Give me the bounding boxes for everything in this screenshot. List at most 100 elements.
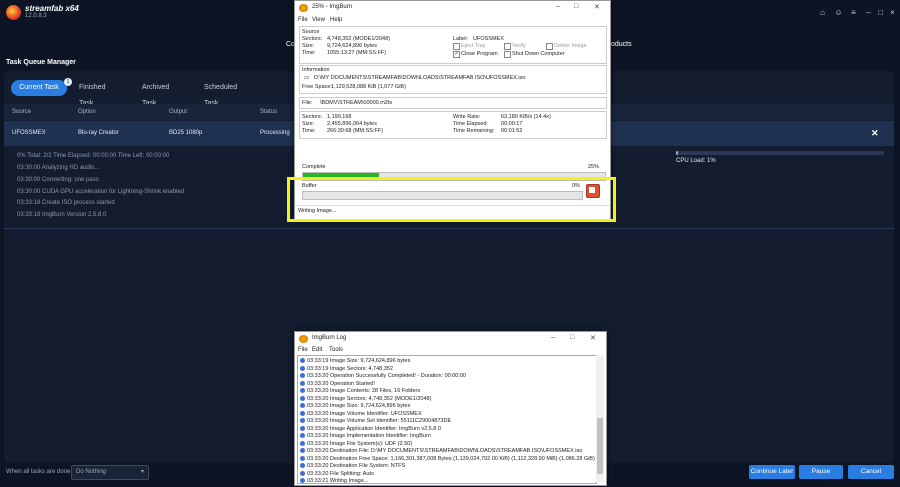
log-menu-file[interactable]: File (298, 347, 308, 353)
tab-archived-task[interactable]: Archived Task (142, 80, 169, 107)
col-status: Status (260, 109, 278, 115)
list-item: 03:33:21 Writing Image... (300, 477, 368, 483)
menu-help[interactable]: Help (330, 17, 342, 23)
verify-label: Verify (512, 43, 526, 49)
info-icon (300, 470, 305, 476)
imgburn-log-app-icon (299, 335, 308, 343)
info-icon (300, 433, 305, 439)
task-status: Processing (260, 130, 290, 136)
pause-button[interactable]: Pause (799, 465, 843, 479)
time-value: 1055:13:27 (MM:SS:FF) (327, 50, 386, 56)
shutdown-checkbox[interactable] (504, 51, 511, 58)
chevron-down-icon: ▾ (140, 469, 144, 475)
close-icon[interactable]: ✕ (594, 3, 600, 11)
file-time-label: Time: (302, 128, 316, 134)
info-icon (300, 463, 305, 469)
info-icon (300, 388, 305, 394)
cpu-load-fill (676, 151, 679, 155)
close-icon[interactable]: × (888, 8, 897, 17)
shutdown-label: Shut Down Computer (512, 51, 565, 57)
elapsed-label: Time Elapsed: (453, 121, 488, 127)
information-label: Information (302, 67, 330, 73)
highlight-box (287, 177, 616, 222)
complete-percent: 25% (588, 164, 600, 170)
cancel-button[interactable]: Cancel (848, 465, 894, 479)
log-list[interactable]: 03:33:19 Image Size: 9,724,624,896 bytes… (297, 355, 597, 484)
info-icon (300, 380, 305, 386)
info-icon (300, 448, 305, 454)
close-icon[interactable]: ✕ (590, 334, 596, 342)
imgburn-title: 25% - ImgBurn (312, 4, 353, 10)
task-option: Blu-ray Creator (78, 130, 119, 136)
write-rate-value: 63,180 KiB/s (14.4x) (501, 114, 551, 120)
elapsed-value: 00:00:17 (501, 121, 523, 127)
delete-image-label: Delete Image (554, 43, 587, 49)
log-menu-edit[interactable]: Edit (312, 347, 322, 353)
free-space-value: 1,129,528,088 KiB (1,077 GiB) (331, 84, 406, 90)
home-icon[interactable]: ⌂ (818, 8, 827, 17)
progress-line: 0% Total: 2/2 Time Elapsed: 00:00:00 Tim… (17, 153, 170, 159)
menu-file[interactable]: File (298, 17, 308, 23)
info-icon (300, 365, 305, 371)
maximize-icon[interactable]: □ (876, 8, 885, 17)
minimize-icon[interactable]: – (556, 3, 560, 10)
page-title: Task Queue Manager (6, 59, 76, 66)
info-icon (300, 440, 305, 446)
size-value: 9,724,624,896 bytes (327, 43, 377, 49)
col-source: Source (12, 109, 32, 115)
when-done-select[interactable]: Do Nothing ▾ (71, 465, 149, 480)
cpu-load-bar (676, 151, 884, 155)
file-time-value: 266:30:68 (MM:SS:FF) (327, 128, 383, 134)
file-sectors-label: Sectors: (302, 114, 323, 120)
verify-checkbox[interactable] (504, 43, 511, 50)
eject-tray-label: Eject Tray (461, 43, 486, 49)
size-label: Size: (302, 43, 315, 49)
cpu-load-label: CPU Load: 1% (676, 158, 716, 164)
time-label: Time: (302, 50, 316, 56)
info-icon (300, 373, 305, 379)
info-icon (300, 395, 305, 401)
menu-icon[interactable]: ≡ (849, 8, 858, 17)
menu-view[interactable]: View (312, 17, 325, 23)
tab-finished-task[interactable]: Finished Task (79, 80, 105, 107)
minimize-icon[interactable]: – (864, 8, 873, 17)
sectors-value: 4,748,352 (MODE1/2048) (327, 36, 390, 42)
log-menu-tools[interactable]: Tools (329, 347, 343, 353)
file-value: \BDMV\STREAM\00000.m2ts (320, 100, 393, 106)
free-space-label: Free Space: (302, 84, 332, 90)
info-icon (300, 410, 305, 416)
app-name: streamfab x64 (25, 4, 79, 13)
info-icon (300, 418, 305, 424)
source-label: Source (302, 29, 320, 35)
log-line: 03:33:18 ImgBurn Version 2.5.8.0 (17, 212, 107, 218)
imgburn-log-window: ImgBurn Log – □ ✕ File Edit Tools 03:33:… (294, 331, 607, 486)
continue-later-button[interactable]: Continue Later (749, 465, 795, 479)
log-line: 03:33:18 Create ISO process started (17, 200, 115, 206)
imgburn-log-title: ImgBurn Log (312, 335, 347, 341)
tab-scheduled-task[interactable]: Scheduled Task (204, 80, 237, 107)
maximize-icon[interactable]: □ (570, 334, 574, 341)
close-program-checkbox[interactable]: ✓ (453, 51, 460, 58)
tab-current-task[interactable]: Current Task (11, 80, 67, 96)
info-icon (300, 455, 305, 461)
when-done-label: When all tasks are done: (6, 469, 73, 475)
app-version: 12.0.8.3 (25, 13, 47, 19)
user-icon[interactable]: ☺ (834, 8, 843, 17)
log-line: 03:30:00 Converting: one pass (17, 177, 99, 183)
imgburn-titlebar: 25% - ImgBurn – □ ✕ (295, 1, 610, 15)
eject-tray-checkbox[interactable] (453, 43, 460, 50)
log-scrollbar-thumb[interactable] (597, 418, 603, 474)
sectors-label: Sectors: (302, 36, 323, 42)
file-sectors-value: 1,199,168 (327, 114, 352, 120)
remove-task-icon[interactable]: ✕ (871, 128, 879, 139)
delete-image-checkbox[interactable] (546, 43, 553, 50)
maximize-icon[interactable]: □ (574, 3, 578, 10)
close-program-label: Close Program (461, 51, 498, 57)
minimize-icon[interactable]: – (551, 334, 555, 341)
remaining-value: 00:01:52 (501, 128, 523, 134)
label-label: Label: (453, 36, 468, 42)
remaining-label: Time Remaining: (453, 128, 495, 134)
file-label: File: (302, 100, 313, 106)
when-done-value: Do Nothing (76, 469, 107, 475)
info-icon (300, 425, 305, 431)
